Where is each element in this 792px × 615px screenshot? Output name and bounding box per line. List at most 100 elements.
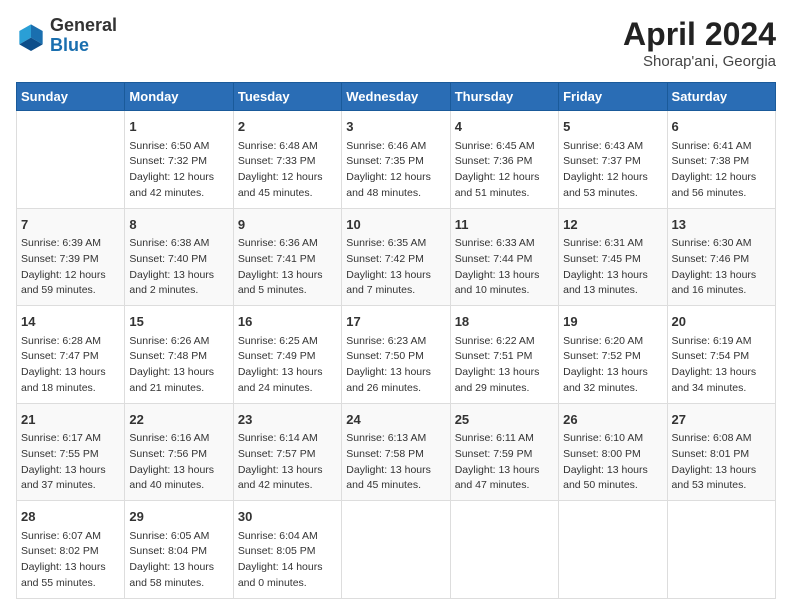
calendar-cell: 21Sunrise: 6:17 AM Sunset: 7:55 PM Dayli… — [17, 403, 125, 501]
day-info: Sunrise: 6:43 AM Sunset: 7:37 PM Dayligh… — [563, 139, 662, 202]
day-info: Sunrise: 6:17 AM Sunset: 7:55 PM Dayligh… — [21, 431, 120, 494]
calendar-cell: 29Sunrise: 6:05 AM Sunset: 8:04 PM Dayli… — [125, 501, 233, 599]
day-info: Sunrise: 6:08 AM Sunset: 8:01 PM Dayligh… — [672, 431, 771, 494]
day-number: 29 — [129, 507, 228, 527]
calendar-cell: 23Sunrise: 6:14 AM Sunset: 7:57 PM Dayli… — [233, 403, 341, 501]
day-header-thursday: Thursday — [450, 83, 558, 111]
day-info: Sunrise: 6:11 AM Sunset: 7:59 PM Dayligh… — [455, 431, 554, 494]
day-info: Sunrise: 6:10 AM Sunset: 8:00 PM Dayligh… — [563, 431, 662, 494]
calendar-cell: 16Sunrise: 6:25 AM Sunset: 7:49 PM Dayli… — [233, 306, 341, 404]
calendar-cell: 12Sunrise: 6:31 AM Sunset: 7:45 PM Dayli… — [559, 208, 667, 306]
day-header-friday: Friday — [559, 83, 667, 111]
calendar-cell: 30Sunrise: 6:04 AM Sunset: 8:05 PM Dayli… — [233, 501, 341, 599]
day-info: Sunrise: 6:23 AM Sunset: 7:50 PM Dayligh… — [346, 334, 445, 397]
day-info: Sunrise: 6:16 AM Sunset: 7:56 PM Dayligh… — [129, 431, 228, 494]
calendar-cell: 2Sunrise: 6:48 AM Sunset: 7:33 PM Daylig… — [233, 111, 341, 209]
calendar-cell — [17, 111, 125, 209]
day-number: 13 — [672, 215, 771, 235]
day-number: 19 — [563, 312, 662, 332]
day-number: 27 — [672, 410, 771, 430]
day-number: 18 — [455, 312, 554, 332]
day-number: 30 — [238, 507, 337, 527]
day-info: Sunrise: 6:35 AM Sunset: 7:42 PM Dayligh… — [346, 236, 445, 299]
calendar-cell: 25Sunrise: 6:11 AM Sunset: 7:59 PM Dayli… — [450, 403, 558, 501]
logo-text: General Blue — [50, 16, 117, 56]
calendar-cell: 11Sunrise: 6:33 AM Sunset: 7:44 PM Dayli… — [450, 208, 558, 306]
day-number: 23 — [238, 410, 337, 430]
day-info: Sunrise: 6:41 AM Sunset: 7:38 PM Dayligh… — [672, 139, 771, 202]
calendar-cell: 22Sunrise: 6:16 AM Sunset: 7:56 PM Dayli… — [125, 403, 233, 501]
calendar-cell — [559, 501, 667, 599]
calendar-cell: 27Sunrise: 6:08 AM Sunset: 8:01 PM Dayli… — [667, 403, 775, 501]
calendar-cell: 9Sunrise: 6:36 AM Sunset: 7:41 PM Daylig… — [233, 208, 341, 306]
day-info: Sunrise: 6:46 AM Sunset: 7:35 PM Dayligh… — [346, 139, 445, 202]
day-header-tuesday: Tuesday — [233, 83, 341, 111]
day-number: 2 — [238, 117, 337, 137]
day-number: 7 — [21, 215, 120, 235]
calendar-cell — [667, 501, 775, 599]
logo: General Blue — [16, 16, 117, 56]
calendar-cell: 28Sunrise: 6:07 AM Sunset: 8:02 PM Dayli… — [17, 501, 125, 599]
day-number: 25 — [455, 410, 554, 430]
day-number: 17 — [346, 312, 445, 332]
day-info: Sunrise: 6:45 AM Sunset: 7:36 PM Dayligh… — [455, 139, 554, 202]
day-info: Sunrise: 6:48 AM Sunset: 7:33 PM Dayligh… — [238, 139, 337, 202]
day-number: 8 — [129, 215, 228, 235]
calendar-cell — [342, 501, 450, 599]
calendar-cell: 7Sunrise: 6:39 AM Sunset: 7:39 PM Daylig… — [17, 208, 125, 306]
day-number: 4 — [455, 117, 554, 137]
day-info: Sunrise: 6:38 AM Sunset: 7:40 PM Dayligh… — [129, 236, 228, 299]
day-number: 1 — [129, 117, 228, 137]
calendar-cell — [450, 501, 558, 599]
calendar-cell: 24Sunrise: 6:13 AM Sunset: 7:58 PM Dayli… — [342, 403, 450, 501]
day-info: Sunrise: 6:50 AM Sunset: 7:32 PM Dayligh… — [129, 139, 228, 202]
day-number: 24 — [346, 410, 445, 430]
month-title: April 2024 — [623, 16, 776, 53]
day-info: Sunrise: 6:13 AM Sunset: 7:58 PM Dayligh… — [346, 431, 445, 494]
calendar-cell: 19Sunrise: 6:20 AM Sunset: 7:52 PM Dayli… — [559, 306, 667, 404]
day-number: 28 — [21, 507, 120, 527]
day-number: 9 — [238, 215, 337, 235]
day-info: Sunrise: 6:36 AM Sunset: 7:41 PM Dayligh… — [238, 236, 337, 299]
day-number: 14 — [21, 312, 120, 332]
calendar-cell: 18Sunrise: 6:22 AM Sunset: 7:51 PM Dayli… — [450, 306, 558, 404]
day-number: 22 — [129, 410, 228, 430]
calendar-cell: 4Sunrise: 6:45 AM Sunset: 7:36 PM Daylig… — [450, 111, 558, 209]
location: Shorap'ani, Georgia — [623, 53, 776, 70]
day-number: 3 — [346, 117, 445, 137]
calendar-table: SundayMondayTuesdayWednesdayThursdayFrid… — [16, 82, 776, 599]
day-info: Sunrise: 6:30 AM Sunset: 7:46 PM Dayligh… — [672, 236, 771, 299]
day-number: 5 — [563, 117, 662, 137]
calendar-cell: 5Sunrise: 6:43 AM Sunset: 7:37 PM Daylig… — [559, 111, 667, 209]
day-number: 26 — [563, 410, 662, 430]
day-number: 15 — [129, 312, 228, 332]
day-number: 20 — [672, 312, 771, 332]
calendar-week-5: 28Sunrise: 6:07 AM Sunset: 8:02 PM Dayli… — [17, 501, 776, 599]
calendar-cell: 13Sunrise: 6:30 AM Sunset: 7:46 PM Dayli… — [667, 208, 775, 306]
day-number: 16 — [238, 312, 337, 332]
calendar-week-1: 1Sunrise: 6:50 AM Sunset: 7:32 PM Daylig… — [17, 111, 776, 209]
page-header: General Blue April 2024 Shorap'ani, Geor… — [16, 16, 776, 70]
day-header-saturday: Saturday — [667, 83, 775, 111]
day-info: Sunrise: 6:28 AM Sunset: 7:47 PM Dayligh… — [21, 334, 120, 397]
calendar-cell: 26Sunrise: 6:10 AM Sunset: 8:00 PM Dayli… — [559, 403, 667, 501]
day-header-wednesday: Wednesday — [342, 83, 450, 111]
day-info: Sunrise: 6:07 AM Sunset: 8:02 PM Dayligh… — [21, 529, 120, 592]
calendar-week-3: 14Sunrise: 6:28 AM Sunset: 7:47 PM Dayli… — [17, 306, 776, 404]
day-info: Sunrise: 6:26 AM Sunset: 7:48 PM Dayligh… — [129, 334, 228, 397]
calendar-cell: 8Sunrise: 6:38 AM Sunset: 7:40 PM Daylig… — [125, 208, 233, 306]
day-header-sunday: Sunday — [17, 83, 125, 111]
calendar-cell: 14Sunrise: 6:28 AM Sunset: 7:47 PM Dayli… — [17, 306, 125, 404]
day-info: Sunrise: 6:33 AM Sunset: 7:44 PM Dayligh… — [455, 236, 554, 299]
calendar-cell: 10Sunrise: 6:35 AM Sunset: 7:42 PM Dayli… — [342, 208, 450, 306]
day-header-monday: Monday — [125, 83, 233, 111]
calendar-week-4: 21Sunrise: 6:17 AM Sunset: 7:55 PM Dayli… — [17, 403, 776, 501]
calendar-cell: 20Sunrise: 6:19 AM Sunset: 7:54 PM Dayli… — [667, 306, 775, 404]
day-number: 6 — [672, 117, 771, 137]
day-info: Sunrise: 6:22 AM Sunset: 7:51 PM Dayligh… — [455, 334, 554, 397]
day-number: 21 — [21, 410, 120, 430]
day-info: Sunrise: 6:25 AM Sunset: 7:49 PM Dayligh… — [238, 334, 337, 397]
logo-icon — [16, 21, 46, 51]
calendar-week-2: 7Sunrise: 6:39 AM Sunset: 7:39 PM Daylig… — [17, 208, 776, 306]
days-header-row: SundayMondayTuesdayWednesdayThursdayFrid… — [17, 83, 776, 111]
